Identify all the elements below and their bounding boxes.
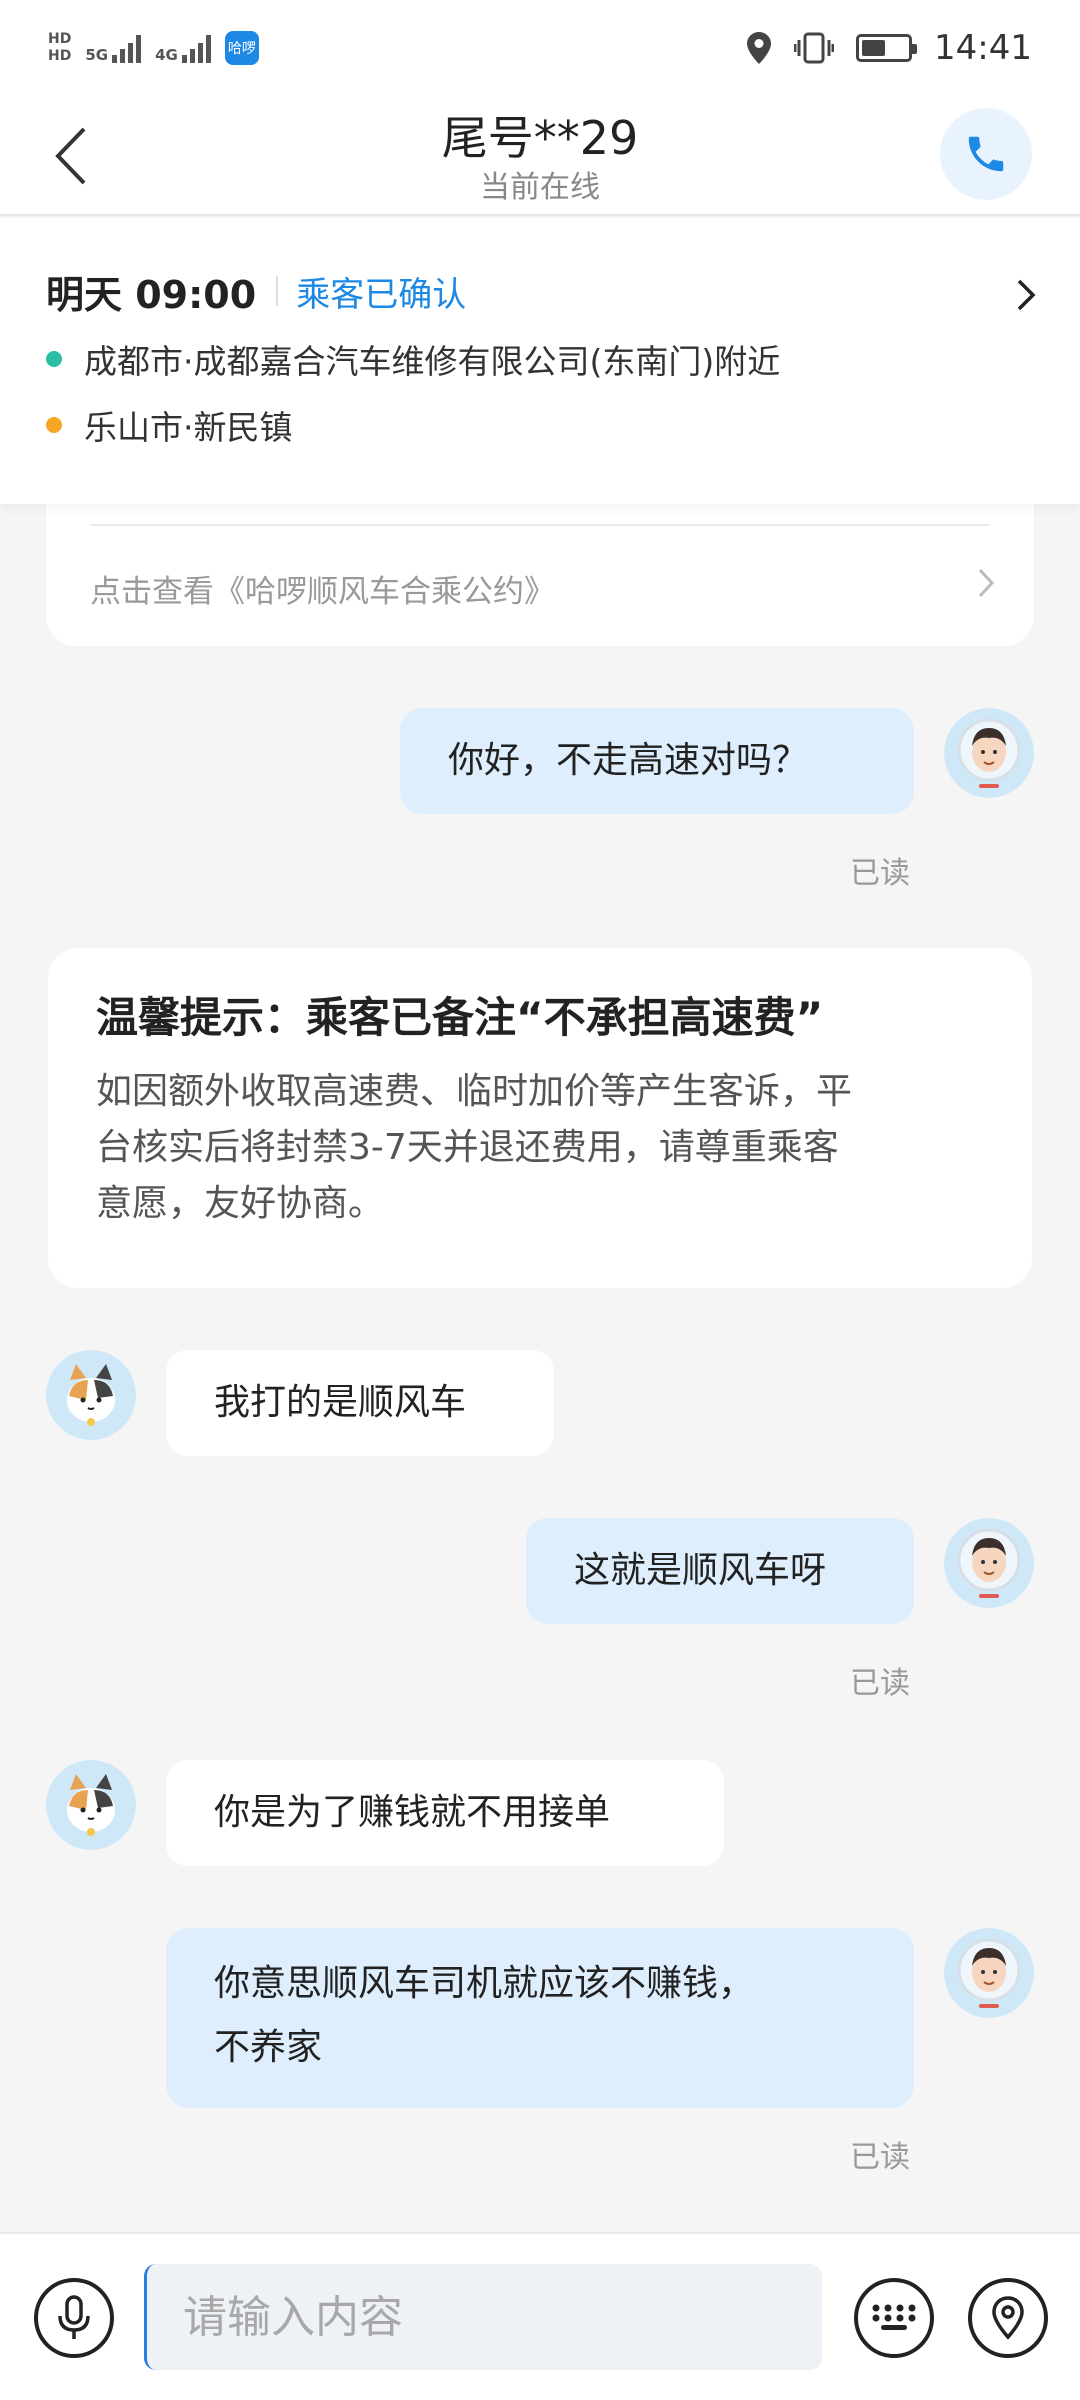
network-4g-label: 4G (155, 46, 178, 64)
destination-dot-icon (46, 417, 62, 433)
notice-line: 台核实后将封禁3-7天并退还费用，请尊重乘客 (96, 1127, 839, 1168)
status-right: 14:41 (746, 28, 1032, 68)
status-bar: HD HD 5G 4G 哈啰 14:41 (0, 0, 1080, 96)
message-text: 我打的是顺风车 (214, 1382, 467, 1423)
astronaut-avatar-icon (944, 1518, 1034, 1608)
driver-avatar[interactable] (944, 1518, 1034, 1608)
read-receipt: 已读 (850, 1666, 910, 1701)
message-text-line: 你意思顺风车司机就应该不赚钱， (214, 1963, 755, 2004)
driver-avatar[interactable] (944, 1928, 1034, 2018)
destination-text: 乐山市·新民镇 (84, 408, 293, 447)
message-bubble-incoming[interactable]: 你是为了赚钱就不用接单 (166, 1760, 724, 1866)
hd-label-1: HD (48, 31, 72, 47)
notice-body: 如因额外收取高速费、临时加价等产生客诉，平 台核实后将封禁3-7天并退还费用，请… (96, 1064, 984, 1232)
hd-icon: HD HD (48, 31, 71, 65)
message-input[interactable] (144, 2264, 822, 2370)
message-bubble-incoming[interactable]: 我打的是顺风车 (166, 1350, 554, 1456)
passenger-avatar[interactable] (46, 1350, 136, 1440)
convention-link[interactable]: 点击查看《哈啰顺风车合乘公约》 (90, 566, 555, 611)
astronaut-avatar-icon (944, 1928, 1034, 2018)
notice-line: 如因额外收取高速费、临时加价等产生客诉，平 (96, 1071, 853, 1112)
microphone-icon (58, 2295, 90, 2339)
divider (90, 524, 990, 526)
trip-time: 明天 09:00 (46, 272, 257, 317)
passenger-avatar[interactable] (46, 1760, 136, 1850)
message-bubble-outgoing[interactable]: 你好，不走高速对吗？ (400, 708, 914, 814)
origin-address: 成都市·成都嘉合汽车维修有限公司(东南门)附近 (46, 336, 1034, 382)
read-receipt: 已读 (850, 2140, 910, 2175)
destination-address: 乐山市·新民镇 (46, 402, 1034, 448)
app-notification-icon: 哈啰 (224, 31, 259, 65)
origin-text: 成都市·成都嘉合汽车维修有限公司(东南门)附近 (84, 342, 781, 381)
chat-header: 尾号**29 当前在线 (0, 96, 1080, 216)
battery-icon (856, 34, 918, 62)
phone-icon (968, 136, 1004, 172)
trip-info-card[interactable]: 明天 09:00 乘客已确认 成都市·成都嘉合汽车维修有限公司(东南门)附近 乐… (0, 218, 1080, 504)
status-left: HD HD 5G 4G 哈啰 (48, 31, 259, 65)
message-bubble-outgoing[interactable]: 你意思顺风车司机就应该不赚钱， 不养家 (166, 1928, 914, 2108)
keyboard-icon (872, 2304, 916, 2330)
trip-status: 乘客已确认 (296, 274, 467, 315)
driver-avatar[interactable] (944, 708, 1034, 798)
cat-avatar-icon (46, 1350, 136, 1440)
keyboard-button[interactable] (854, 2278, 934, 2358)
location-icon (747, 32, 772, 64)
location-pin-icon (992, 2296, 1024, 2340)
contact-title: 尾号**29 (441, 111, 639, 165)
online-status: 当前在线 (480, 170, 600, 205)
warm-notice-card: 温馨提示：乘客已备注“不承担高速费” 如因额外收取高速费、临时加价等产生客诉，平… (48, 948, 1032, 1288)
message-text: 这就是顺风车呀 (574, 1550, 827, 1591)
voice-button[interactable] (34, 2278, 114, 2358)
message-text: 你是为了赚钱就不用接单 (214, 1792, 611, 1833)
message-text: 你好，不走高速对吗？ (448, 740, 809, 781)
location-share-button[interactable] (968, 2278, 1048, 2358)
chat-input-bar (0, 2232, 1080, 2400)
call-button[interactable] (940, 108, 1032, 200)
chevron-right-icon (978, 568, 994, 598)
message-text-line: 不养家 (214, 2027, 323, 2068)
signal-4g-icon: 4G (155, 33, 211, 63)
hd-label-2: HD (48, 48, 72, 64)
divider (276, 276, 279, 306)
status-time: 14:41 (934, 28, 1032, 68)
notice-line: 意愿，友好协商。 (96, 1183, 385, 1224)
vibrate-icon (794, 32, 835, 64)
message-bubble-outgoing[interactable]: 这就是顺风车呀 (526, 1518, 914, 1624)
chevron-right-icon[interactable] (1016, 278, 1036, 312)
origin-dot-icon (46, 351, 62, 367)
cat-avatar-icon (46, 1760, 136, 1850)
network-5g-label: 5G (85, 46, 109, 64)
notice-title: 温馨提示：乘客已备注“不承担高速费” (96, 993, 824, 1042)
signal-5g-icon: 5G (85, 33, 142, 64)
astronaut-avatar-icon (944, 708, 1034, 798)
convention-card[interactable]: 点击查看《哈啰顺风车合乘公约》 (46, 500, 1034, 646)
read-receipt: 已读 (850, 856, 910, 891)
